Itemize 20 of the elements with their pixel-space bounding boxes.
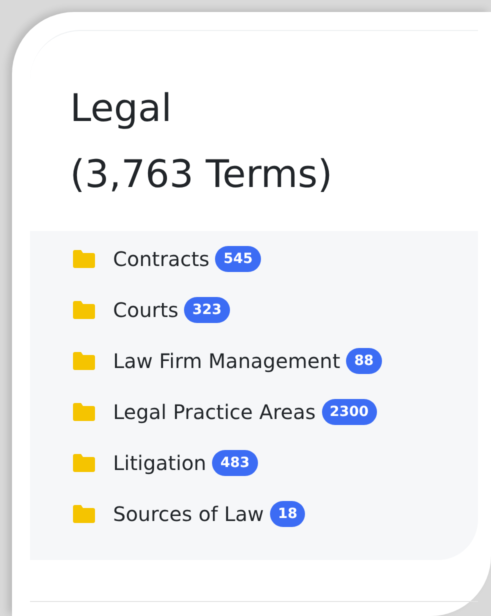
folder-icon — [72, 250, 95, 268]
folder-icon — [72, 352, 95, 370]
count-badge: 2300 — [322, 398, 377, 424]
folder-icon — [72, 402, 95, 420]
category-link[interactable]: Contracts — [113, 246, 210, 270]
folder-icon — [72, 504, 95, 522]
page-title: (3,763 Terms) — [70, 151, 334, 198]
count-badge: 323 — [184, 296, 230, 322]
page-title: Legal — [70, 85, 173, 132]
category-link[interactable]: Law Firm Management — [113, 348, 340, 372]
count-badge: 88 — [346, 348, 382, 374]
count-badge: 483 — [212, 450, 258, 476]
category-link[interactable]: Litigation — [113, 450, 206, 474]
category-link[interactable]: Legal Practice Areas — [113, 400, 316, 424]
category-link[interactable]: Courts — [113, 298, 178, 322]
folder-icon — [72, 300, 95, 318]
folder-icon — [72, 454, 95, 472]
category-link[interactable]: Sources of Law — [113, 502, 264, 526]
count-badge: 545 — [215, 246, 261, 272]
count-badge: 18 — [270, 500, 306, 526]
